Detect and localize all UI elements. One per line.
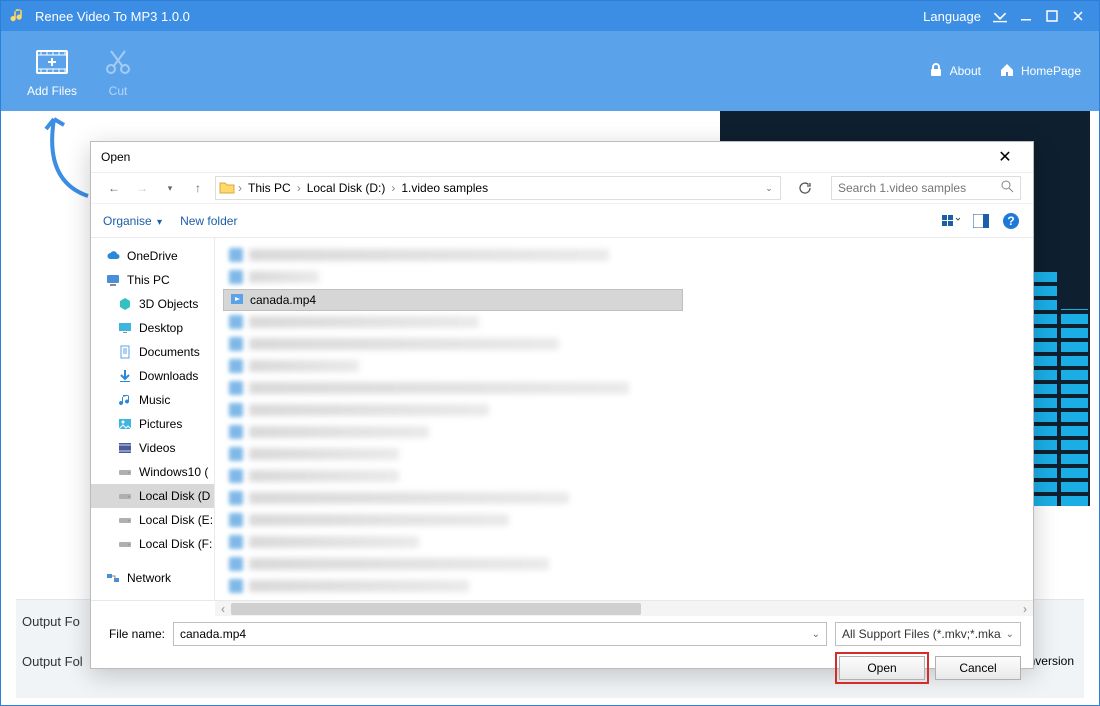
about-label: About bbox=[950, 64, 981, 78]
file-name: canada.mp4 bbox=[250, 293, 316, 307]
open-button[interactable]: Open bbox=[839, 656, 925, 680]
sidebar-item[interactable]: Network bbox=[91, 566, 214, 590]
maximize-button[interactable] bbox=[1039, 3, 1065, 29]
sidebar-item[interactable]: This PC bbox=[91, 268, 214, 292]
sidebar-item[interactable]: Pictures bbox=[91, 412, 214, 436]
dialog-toolbar: Organise ▾ New folder ? bbox=[91, 204, 1033, 238]
close-button[interactable] bbox=[1065, 3, 1091, 29]
search-icon bbox=[1001, 180, 1014, 196]
pc-icon bbox=[105, 272, 121, 288]
down-icon bbox=[117, 368, 133, 384]
doc-icon bbox=[117, 344, 133, 360]
sidebar[interactable]: OneDriveThis PC3D ObjectsDesktopDocument… bbox=[91, 238, 215, 600]
scissors-icon bbox=[100, 44, 136, 80]
arrow-hint-icon bbox=[38, 111, 98, 201]
output-format-label: Output Fo bbox=[22, 614, 100, 629]
filename-label: File name: bbox=[103, 627, 165, 641]
add-files-button[interactable]: Add Files bbox=[19, 37, 85, 105]
app-title: Renee Video To MP3 1.0.0 bbox=[35, 9, 923, 24]
new-folder-button[interactable]: New folder bbox=[180, 214, 237, 228]
preview-pane-button[interactable] bbox=[971, 211, 991, 231]
breadcrumb-bar[interactable]: › This PC › Local Disk (D:) › 1.video sa… bbox=[215, 176, 781, 200]
folder-icon bbox=[218, 179, 236, 197]
breadcrumb-2[interactable]: 1.video samples bbox=[397, 181, 492, 195]
filename-field[interactable]: ⌄ bbox=[173, 622, 827, 646]
svg-text:?: ? bbox=[1007, 214, 1014, 228]
refresh-button[interactable] bbox=[793, 176, 817, 200]
pic-icon bbox=[117, 416, 133, 432]
music-icon bbox=[117, 392, 133, 408]
sidebar-item[interactable]: Videos bbox=[91, 436, 214, 460]
filename-dropdown-icon[interactable]: ⌄ bbox=[812, 629, 820, 640]
horizontal-scrollbar[interactable]: ‹ › bbox=[91, 600, 1033, 616]
scrollbar-thumb[interactable] bbox=[231, 603, 641, 615]
sidebar-item[interactable]: Documents bbox=[91, 340, 214, 364]
add-files-label: Add Files bbox=[27, 84, 77, 98]
search-box[interactable] bbox=[831, 176, 1021, 200]
output-folder-label: Output Fol bbox=[22, 654, 100, 669]
app-window: Renee Video To MP3 1.0.0 Language Add Fi… bbox=[0, 0, 1100, 706]
sidebar-item[interactable]: OneDrive bbox=[91, 244, 214, 268]
homepage-link[interactable]: HomePage bbox=[999, 62, 1081, 81]
cut-button[interactable]: Cut bbox=[85, 37, 151, 105]
film-plus-icon bbox=[34, 44, 70, 80]
language-dropdown-icon[interactable] bbox=[987, 3, 1013, 29]
filename-input[interactable] bbox=[180, 627, 812, 641]
net-icon bbox=[105, 570, 121, 586]
cloud-icon bbox=[105, 248, 121, 264]
breadcrumb-1[interactable]: Local Disk (D:) bbox=[303, 181, 390, 195]
lock-icon bbox=[928, 62, 944, 81]
dialog-close-button[interactable]: ✕ bbox=[987, 144, 1023, 170]
help-button[interactable]: ? bbox=[1001, 211, 1021, 231]
homepage-label: HomePage bbox=[1021, 64, 1081, 78]
open-dialog: Open ✕ ← → ▾ ↑ › This PC › Local Disk (D… bbox=[90, 141, 1034, 669]
dialog-body: OneDriveThis PC3D ObjectsDesktopDocument… bbox=[91, 238, 1033, 600]
disk-icon bbox=[117, 512, 133, 528]
disk-icon bbox=[117, 464, 133, 480]
disk-icon bbox=[117, 536, 133, 552]
breadcrumb-0[interactable]: This PC bbox=[244, 181, 295, 195]
app-logo-icon bbox=[9, 7, 27, 25]
desktop-icon bbox=[117, 320, 133, 336]
video-file-icon bbox=[230, 292, 244, 309]
sidebar-item[interactable]: Music bbox=[91, 388, 214, 412]
cut-label: Cut bbox=[109, 84, 128, 98]
cube-icon bbox=[117, 296, 133, 312]
dialog-title: Open bbox=[101, 150, 130, 164]
back-button[interactable]: ← bbox=[103, 177, 125, 199]
minimize-button[interactable] bbox=[1013, 3, 1039, 29]
title-bar: Renee Video To MP3 1.0.0 Language bbox=[1, 1, 1099, 31]
about-link[interactable]: About bbox=[928, 62, 981, 81]
forward-button[interactable]: → bbox=[131, 177, 153, 199]
file-list[interactable]: canada.mp4 bbox=[215, 238, 1033, 600]
vid-icon bbox=[117, 440, 133, 456]
home-icon bbox=[999, 62, 1015, 81]
view-menu-button[interactable] bbox=[941, 211, 961, 231]
search-input[interactable] bbox=[838, 181, 1001, 195]
file-item-selected[interactable]: canada.mp4 bbox=[223, 289, 683, 311]
language-button[interactable]: Language bbox=[923, 9, 981, 24]
sidebar-item[interactable]: 3D Objects bbox=[91, 292, 214, 316]
breadcrumb-dropdown[interactable]: ⌄ bbox=[758, 177, 780, 199]
sidebar-item[interactable]: Desktop bbox=[91, 316, 214, 340]
dialog-footer: File name: ⌄ All Support Files (*.mkv;*.… bbox=[91, 616, 1033, 690]
disk-icon bbox=[117, 488, 133, 504]
file-type-filter[interactable]: All Support Files (*.mkv;*.mka; ⌄ bbox=[835, 622, 1021, 646]
organise-button[interactable]: Organise ▾ bbox=[103, 214, 162, 228]
sidebar-item[interactable]: Local Disk (F: bbox=[91, 532, 214, 556]
sidebar-item[interactable]: Local Disk (E: bbox=[91, 508, 214, 532]
recent-dropdown[interactable]: ▾ bbox=[159, 177, 181, 199]
sidebar-item[interactable]: Downloads bbox=[91, 364, 214, 388]
toolbar: Add Files Cut About HomePage bbox=[1, 31, 1099, 111]
address-bar: ← → ▾ ↑ › This PC › Local Disk (D:) › 1.… bbox=[91, 172, 1033, 204]
sidebar-item[interactable]: Windows10 ( bbox=[91, 460, 214, 484]
cancel-button[interactable]: Cancel bbox=[935, 656, 1021, 680]
dialog-titlebar: Open ✕ bbox=[91, 142, 1033, 172]
up-button[interactable]: ↑ bbox=[187, 177, 209, 199]
sidebar-item[interactable]: Local Disk (D bbox=[91, 484, 214, 508]
